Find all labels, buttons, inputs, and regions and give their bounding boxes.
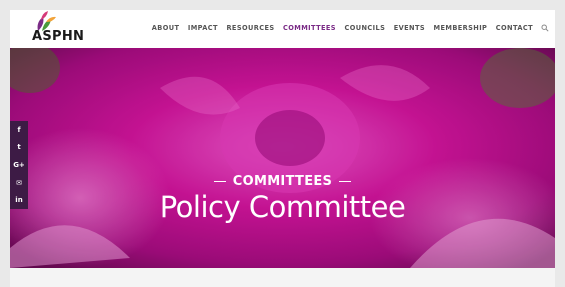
hero-banner: f t G+ ✉ in COMMITTEES Policy Committee [10, 48, 555, 268]
content-area [10, 268, 555, 287]
main-nav: ABOUT IMPACT RESOURCES COMMITTEES COUNCI… [143, 24, 549, 32]
search-icon[interactable] [541, 24, 549, 32]
facebook-icon[interactable]: f [10, 121, 28, 139]
nav-item-about[interactable]: ABOUT [152, 24, 180, 32]
hero-background-image [10, 48, 555, 268]
nav-item-impact[interactable]: IMPACT [188, 24, 218, 32]
site-header: ASPHN ABOUT IMPACT RESOURCES COMMITTEES … [10, 10, 555, 48]
hero-kicker: COMMITTEES [10, 174, 555, 189]
kicker-line-right [339, 180, 352, 183]
nav-item-events[interactable]: EVENTS [394, 24, 425, 32]
nav-item-resources[interactable]: RESOURCES [226, 24, 274, 32]
hero-kicker-text: COMMITTEES [232, 174, 333, 189]
twitter-icon[interactable]: t [10, 139, 28, 157]
logo[interactable]: ASPHN [32, 10, 102, 46]
brand-name: ASPHN [32, 29, 85, 44]
nav-item-contact[interactable]: CONTACT [496, 24, 533, 32]
page-title: Policy Committee [159, 190, 406, 224]
nav-item-committees[interactable]: COMMITTEES [283, 24, 336, 32]
nav-item-membership[interactable]: MEMBERSHIP [434, 24, 488, 32]
nav-item-councils[interactable]: COUNCILS [344, 24, 385, 32]
google-plus-icon[interactable]: G+ [10, 156, 28, 174]
page-frame: ASPHN ABOUT IMPACT RESOURCES COMMITTEES … [10, 10, 555, 287]
kicker-line-left [213, 180, 226, 183]
